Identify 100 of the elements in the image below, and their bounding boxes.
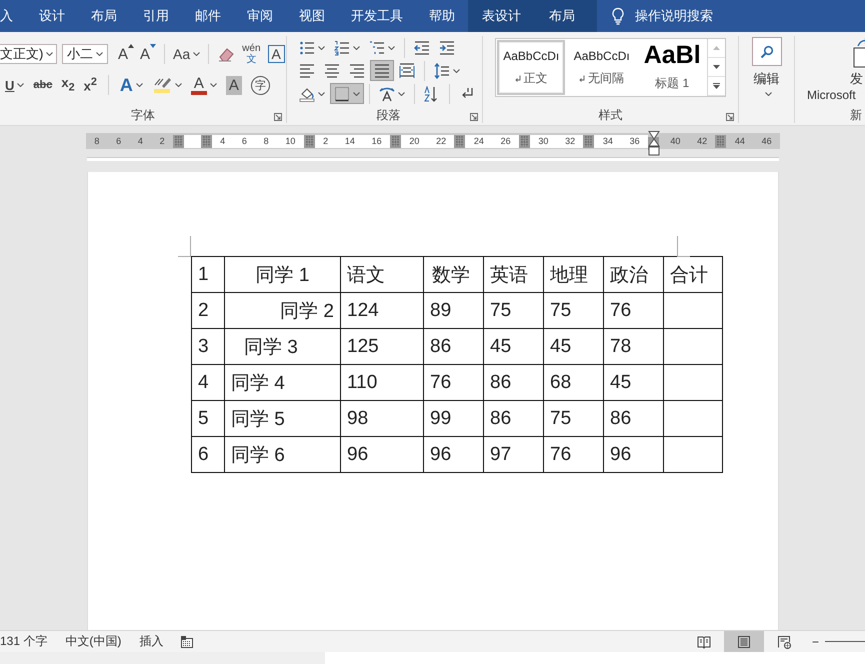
phonetic-guide-button[interactable]: wén 文: [239, 43, 264, 65]
justify-icon: [374, 62, 390, 78]
view-button[interactable]: [724, 631, 764, 652]
language-indicator[interactable]: 中文(中国): [65, 633, 122, 650]
column-marker-icon: [454, 134, 466, 148]
decrease-indent-icon: [414, 40, 430, 56]
ruler-number: 8: [264, 136, 269, 146]
table-cell: 124: [340, 292, 424, 328]
table-cell: 75: [484, 292, 544, 328]
table-cell: 数学: [424, 256, 484, 292]
column-marker-icon: [173, 134, 184, 148]
triangle-icon: [713, 65, 720, 69]
shading-text-button[interactable]: A: [224, 74, 244, 96]
table-cell: 96: [424, 436, 484, 472]
ruler-number: 30: [538, 136, 548, 146]
table-cell: 75: [544, 400, 604, 436]
shrink-font-button[interactable]: A: [138, 42, 158, 66]
ribbon-tab[interactable]: 帮助: [416, 0, 468, 32]
caret-icon: [136, 83, 143, 87]
enclose-character-button[interactable]: 字: [248, 74, 272, 96]
multilevel-list-icon: [369, 40, 385, 56]
style-option[interactable]: AaBl 标题 1: [638, 40, 706, 95]
table-cell: 86: [424, 328, 484, 364]
table-cell: 5: [192, 400, 224, 436]
group-label: 新: [850, 106, 862, 124]
ruler-number: 32: [565, 136, 576, 146]
send-button[interactable]: 发 Microsoft: [795, 36, 865, 102]
borders-button[interactable]: [330, 83, 364, 104]
group-label: 字体: [131, 106, 155, 124]
table-cell: 76: [544, 436, 604, 472]
ribbon-tab[interactable]: 设计: [26, 0, 78, 32]
caret-icon: [318, 92, 325, 96]
table-cell: 89: [424, 292, 484, 328]
group-label: 段落: [376, 106, 400, 124]
border-text-button[interactable]: A: [266, 43, 287, 65]
ribbon-tab[interactable]: 布局: [535, 0, 597, 32]
column-marker-icon: [304, 134, 315, 148]
text-direction-icon: [379, 86, 395, 102]
ruler-number: 46: [762, 136, 772, 146]
table-cell: 110: [340, 364, 424, 400]
font-size-field[interactable]: 小二: [62, 44, 108, 64]
ribbon-tab[interactable]: 审阅: [234, 0, 286, 32]
table-cell: 同学 3: [224, 328, 340, 364]
table-cell: [664, 292, 722, 328]
ribbon-tab[interactable]: 表设计: [468, 0, 535, 32]
column-marker-icon: [715, 134, 726, 148]
caret-icon: [353, 92, 360, 96]
font-color-button[interactable]: A: [188, 74, 219, 96]
table-cell: 同学 6: [224, 436, 340, 472]
caret-icon: [353, 46, 360, 50]
caret-icon: [46, 52, 54, 56]
bullets-icon: [299, 40, 315, 56]
underline-button[interactable]: U: [3, 74, 26, 96]
insert-mode[interactable]: 插入: [139, 633, 164, 650]
editing-button[interactable]: 编辑: [752, 36, 782, 96]
ruler-number: 4: [220, 136, 226, 146]
return-mark-icon: [579, 74, 586, 82]
table-cell: 96: [340, 436, 424, 472]
macro-button[interactable]: [181, 636, 194, 648]
table-cell: 同学 5: [224, 400, 340, 436]
script-button[interactable]: x$^{2}$: [82, 74, 99, 96]
table-cell: 45: [484, 328, 544, 364]
ruler-number: 16: [372, 136, 382, 146]
font-field[interactable]: 文正文): [0, 44, 57, 64]
table-cell: 6: [192, 436, 224, 472]
strikethrough-button[interactable]: abc: [31, 74, 54, 96]
table-cell: [664, 328, 722, 364]
ruler-number: 26: [500, 136, 511, 146]
ribbon-tab[interactable]: 布局: [78, 0, 130, 32]
ribbon-tab[interactable]: 引用: [130, 0, 182, 32]
table-cell: 45: [604, 364, 664, 400]
ribbon-tab[interactable]: 视图: [286, 0, 338, 32]
script-button[interactable]: x$_{2}$: [59, 74, 77, 96]
ribbon-tab[interactable]: 开发工具: [338, 0, 416, 32]
zoom-out-button[interactable]: −: [812, 634, 819, 648]
column-marker-icon: [518, 134, 530, 148]
table-cell: 125: [340, 328, 424, 364]
sort-icon: [424, 86, 440, 102]
style-option[interactable]: AaBbCcDı 无间隔: [567, 40, 636, 95]
ruler-number: 10: [285, 136, 296, 146]
word-count[interactable]: 131 个字: [0, 633, 48, 650]
column-marker-icon: [390, 134, 401, 148]
caret-icon: [453, 68, 460, 72]
change-case-button[interactable]: Aa: [171, 43, 202, 65]
caret-icon: [193, 52, 200, 56]
style-option[interactable]: AaBbCcDı 正文: [497, 40, 566, 95]
highlighter-icon: [152, 76, 172, 94]
text-effect-button[interactable]: A: [118, 74, 145, 96]
caret-icon: [318, 46, 325, 50]
table-cell: 4: [192, 364, 224, 400]
paint-bucket-icon: [299, 86, 315, 102]
search-field[interactable]: 操作说明搜索: [635, 7, 713, 25]
grow-font-button[interactable]: A: [116, 42, 136, 66]
ruler-number: 4: [138, 136, 143, 146]
table-cell: 同学 2: [224, 292, 340, 328]
ruler-number: 8: [94, 136, 100, 146]
ribbon-tab[interactable]: 邮件: [182, 0, 234, 32]
table-cell: 75: [544, 292, 604, 328]
justify-button[interactable]: [370, 60, 394, 81]
ribbon-tab[interactable]: 入: [0, 0, 26, 32]
